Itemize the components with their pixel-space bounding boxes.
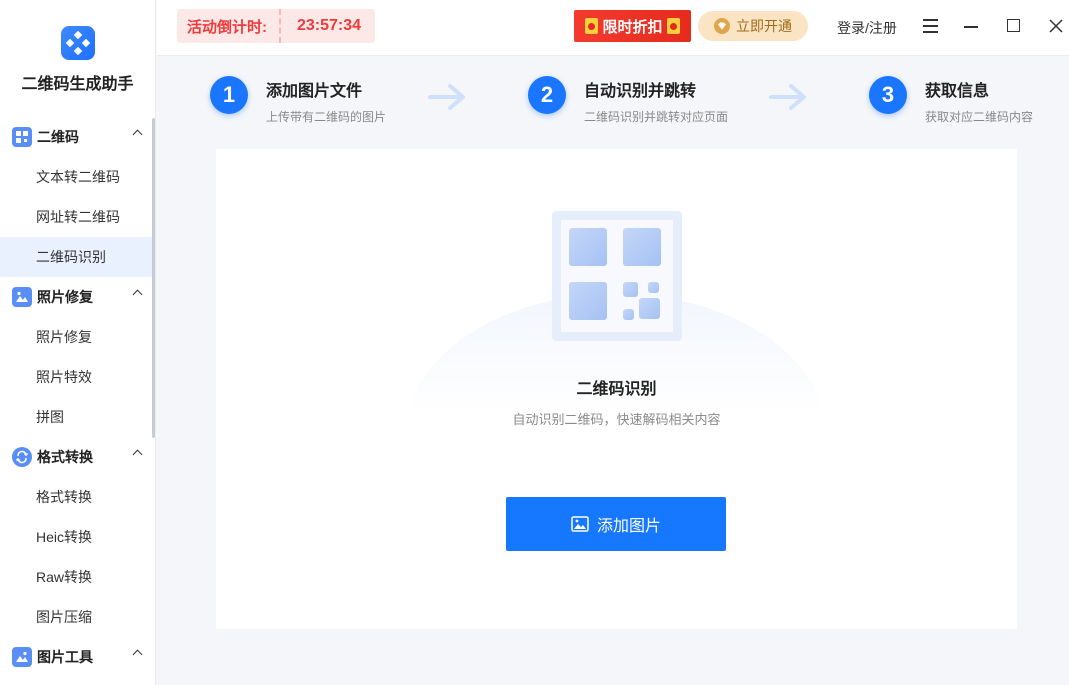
red-envelope-icon: [667, 18, 680, 34]
step-2: 2 自动识别并跳转 二维码识别并跳转对应页面: [528, 76, 728, 125]
login-register-link[interactable]: 登录/注册: [837, 18, 897, 38]
arrow-right-icon: [769, 82, 809, 112]
chevron-up-icon: [133, 290, 143, 300]
close-icon[interactable]: [1048, 18, 1064, 34]
convert-icon: [12, 447, 32, 467]
card-title: 二维码识别: [216, 375, 1017, 399]
qr-illustration-icon: [552, 211, 682, 341]
step-desc: 二维码识别并跳转对应页面: [584, 108, 728, 125]
vip-label: 立即开通: [736, 16, 792, 36]
nav-item-format-convert[interactable]: 格式转换: [0, 477, 155, 517]
step-number: 3: [869, 76, 907, 114]
arrow-right-icon: [428, 82, 468, 112]
nav-group-label: 格式转换: [37, 447, 93, 467]
nav-item-raw-convert[interactable]: Raw转换: [0, 557, 155, 597]
step-1: 1 添加图片文件 上传带有二维码的图片: [210, 76, 386, 125]
countdown-badge: 活动倒计时: 23:57:34: [177, 9, 375, 43]
maximize-icon[interactable]: [1007, 19, 1020, 32]
add-image-label: 添加图片: [597, 512, 661, 536]
nav-item-collage[interactable]: 拼图: [0, 397, 155, 437]
step-title: 自动识别并跳转: [584, 77, 728, 101]
step-number: 2: [528, 76, 566, 114]
nav-item-photo-repair[interactable]: 照片修复: [0, 317, 155, 357]
photo-repair-icon: [12, 287, 32, 307]
nav-group-label: 图片工具: [37, 647, 93, 667]
image-icon: [571, 516, 589, 532]
step-desc: 获取对应二维码内容: [925, 108, 1033, 125]
step-number: 1: [210, 76, 248, 114]
nav-group-qrcode[interactable]: 二维码: [0, 117, 155, 157]
nav-item-url-to-qr[interactable]: 网址转二维码: [0, 197, 155, 237]
discount-promo-button[interactable]: 限时折扣: [574, 10, 691, 42]
nav-item-image-compress[interactable]: 图片压缩: [0, 597, 155, 637]
step-title: 添加图片文件: [266, 77, 386, 101]
promo-label: 限时折扣: [602, 16, 662, 37]
add-image-button[interactable]: 添加图片: [506, 497, 726, 551]
step-3: 3 获取信息 获取对应二维码内容: [869, 76, 1033, 125]
app-logo-area: 二维码生成助手: [0, 0, 155, 117]
step-desc: 上传带有二维码的图片: [266, 108, 386, 125]
red-envelope-icon: [585, 18, 598, 34]
minimize-icon[interactable]: [964, 26, 978, 28]
qr-recognize-card: 二维码识别 自动识别二维码，快速解码相关内容 添加图片: [216, 149, 1017, 629]
app-name: 二维码生成助手: [21, 70, 133, 94]
card-subtitle: 自动识别二维码，快速解码相关内容: [216, 409, 1017, 428]
menu-icon[interactable]: [923, 19, 938, 33]
countdown-label: 活动倒计时:: [177, 16, 279, 37]
nav-item-heic-convert[interactable]: Heic转换: [0, 517, 155, 557]
nav-group-label: 照片修复: [37, 287, 93, 307]
nav-item-qr-recognize[interactable]: 二维码识别: [0, 237, 155, 277]
nav-group-format-convert[interactable]: 格式转换: [0, 437, 155, 477]
chevron-up-icon: [133, 650, 143, 660]
nav-group-image-tools[interactable]: 图片工具: [0, 637, 155, 677]
nav-group-photo-repair[interactable]: 照片修复: [0, 277, 155, 317]
nav-item-text-to-qr[interactable]: 文本转二维码: [0, 157, 155, 197]
vip-open-button[interactable]: 立即开通: [698, 11, 808, 41]
nav-group-label: 二维码: [37, 127, 79, 147]
sidebar: 二维码生成助手 二维码 文本转二维码 网址转二维码 二维码识别 照片修复 照片修…: [0, 0, 156, 685]
nav-item-photo-effects[interactable]: 照片特效: [0, 357, 155, 397]
qr-icon: [12, 127, 32, 147]
top-bar: 活动倒计时: 23:57:34 限时折扣 立即开通 登录/注册: [157, 0, 1069, 56]
app-logo-icon: [61, 26, 95, 60]
countdown-time: 23:57:34: [281, 17, 375, 35]
image-tools-icon: [12, 647, 32, 667]
chevron-up-icon: [133, 130, 143, 140]
diamond-icon: [714, 18, 730, 34]
sidebar-scrollbar[interactable]: [152, 118, 155, 438]
chevron-up-icon: [133, 450, 143, 460]
step-title: 获取信息: [925, 77, 1033, 101]
